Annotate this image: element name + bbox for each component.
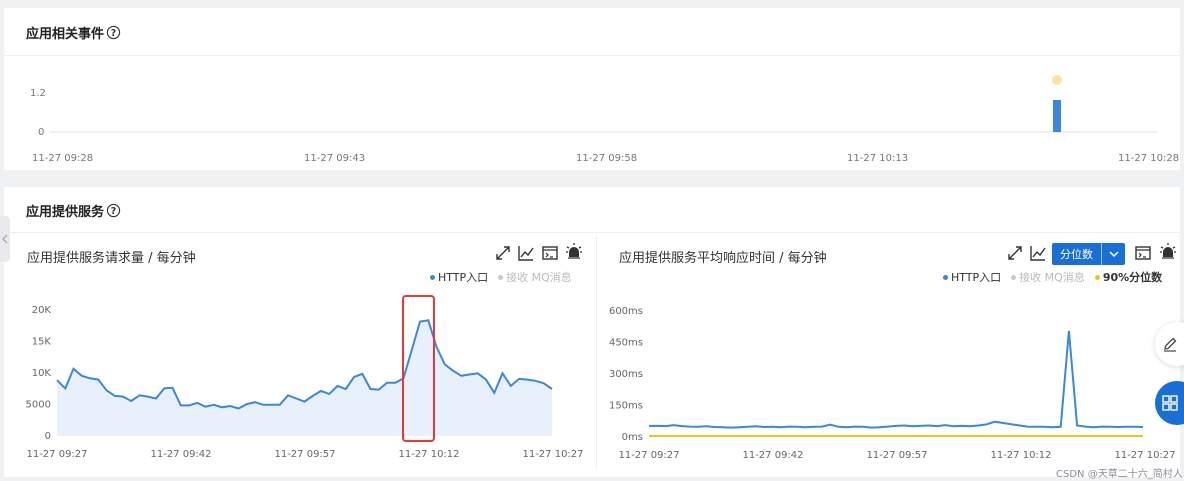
y-tick-label: 0ms xyxy=(622,432,643,443)
y-tick-label: 10K xyxy=(32,368,52,379)
services-section-title: 应用提供服务 ? xyxy=(26,201,121,220)
left-panel-title: 应用提供服务请求量 / 每分钟 xyxy=(27,251,196,266)
event-bar[interactable] xyxy=(1053,100,1061,132)
events-card: 应用相关事件 ? 1.2 0 11-27 09:28 11-27 09:43 11-… xyxy=(4,8,1180,170)
x-tick-label: 11-27 09:27 xyxy=(26,449,87,460)
legend-item-mq[interactable]: 接收 MQ消息 xyxy=(498,269,572,285)
y-tick-label: 300ms xyxy=(609,369,643,380)
x-tick-label: 11-27 10:12 xyxy=(398,449,459,460)
events-x-tick: 11-27 09:28 xyxy=(32,153,93,164)
grid-icon xyxy=(1162,395,1178,411)
event-marker[interactable] xyxy=(1052,75,1062,85)
y-tick-label: 600ms xyxy=(609,306,643,317)
terminal-icon[interactable] xyxy=(1134,244,1152,262)
events-y-tick-top: 1.2 xyxy=(30,88,46,99)
pencil-icon xyxy=(1164,337,1177,352)
events-x-tick: 11-27 09:43 xyxy=(304,153,365,164)
legend-item-mq[interactable]: 接收 MQ消息 xyxy=(1011,269,1085,285)
x-tick-label: 11-27 09:57 xyxy=(866,450,927,461)
line-chart-icon[interactable] xyxy=(517,244,535,262)
expand-icon[interactable] xyxy=(1006,244,1024,262)
series-line-http[interactable] xyxy=(649,330,1144,429)
services-divider xyxy=(4,232,1180,233)
right-panel-title: 应用提供服务平均响应时间 / 每分钟 xyxy=(619,251,827,266)
y-tick-label: 5000 xyxy=(26,400,51,411)
x-tick-label: 11-27 09:42 xyxy=(742,450,803,461)
request-volume-chart: 20K 15K 10K 5000 0 11-27 09:27 11-27 09:42 11-2… xyxy=(26,295,584,460)
left-legend: HTTP入口 接收 MQ消息 xyxy=(430,269,572,285)
x-tick-label: 11-27 10:27 xyxy=(1114,450,1175,461)
events-chart: 1.2 0 11-27 09:28 11-27 09:43 11-27 09:58 1… xyxy=(30,75,1179,164)
x-tick-label: 11-27 09:42 xyxy=(150,449,211,460)
collapse-handle[interactable] xyxy=(0,216,10,262)
events-x-tick: 11-27 10:28 xyxy=(1118,153,1179,164)
help-icon[interactable]: ? xyxy=(106,25,121,40)
right-legend: HTTP入口 接收 MQ消息 90%分位数 xyxy=(943,269,1162,285)
svg-text:?: ? xyxy=(111,28,116,39)
quantile-select-label: 分位数 xyxy=(1060,248,1093,261)
help-icon[interactable]: ? xyxy=(106,203,121,218)
alert-bulb-icon[interactable] xyxy=(565,242,583,260)
alert-bulb-icon[interactable] xyxy=(1159,242,1177,260)
x-tick-label: 11-27 09:27 xyxy=(618,450,679,461)
events-section-title: 应用相关事件 ? xyxy=(26,23,121,42)
events-x-axis: 11-27 09:28 11-27 09:43 11-27 09:58 11-27 1… xyxy=(32,153,1179,164)
x-tick-label: 11-27 10:27 xyxy=(522,449,583,460)
line-chart-icon[interactable] xyxy=(1029,244,1047,262)
events-x-tick: 11-27 10:13 xyxy=(847,153,908,164)
events-y-tick-zero: 0 xyxy=(38,127,44,138)
legend-item-http[interactable]: HTTP入口 xyxy=(430,269,488,285)
response-time-chart: 600ms 450ms 300ms 150ms 0ms 11-27 09:27 11-27 … xyxy=(609,306,1176,461)
chevron-down-icon xyxy=(1101,243,1125,265)
watermark: CSDN @天草二十六_简村人 xyxy=(1056,469,1183,480)
x-tick-label: 11-27 10:12 xyxy=(990,450,1051,461)
chevron-left-icon xyxy=(2,234,8,244)
y-tick-label: 150ms xyxy=(609,401,643,412)
quantile-select[interactable]: 分位数 xyxy=(1052,243,1125,265)
events-x-tick: 11-27 09:58 xyxy=(576,153,637,164)
terminal-icon[interactable] xyxy=(541,244,559,262)
y-tick-label: 20K xyxy=(32,305,52,316)
expand-icon[interactable] xyxy=(494,244,512,262)
x-tick-label: 11-27 09:57 xyxy=(274,449,335,460)
series-area xyxy=(57,320,552,435)
legend-item-p90[interactable]: 90%分位数 xyxy=(1094,269,1162,285)
events-divider xyxy=(4,55,1180,56)
y-tick-label: 0 xyxy=(45,431,51,442)
legend-item-http[interactable]: HTTP入口 xyxy=(943,269,1001,285)
y-tick-label: 15K xyxy=(32,337,52,348)
svg-text:?: ? xyxy=(111,206,116,217)
y-tick-label: 450ms xyxy=(609,338,643,349)
